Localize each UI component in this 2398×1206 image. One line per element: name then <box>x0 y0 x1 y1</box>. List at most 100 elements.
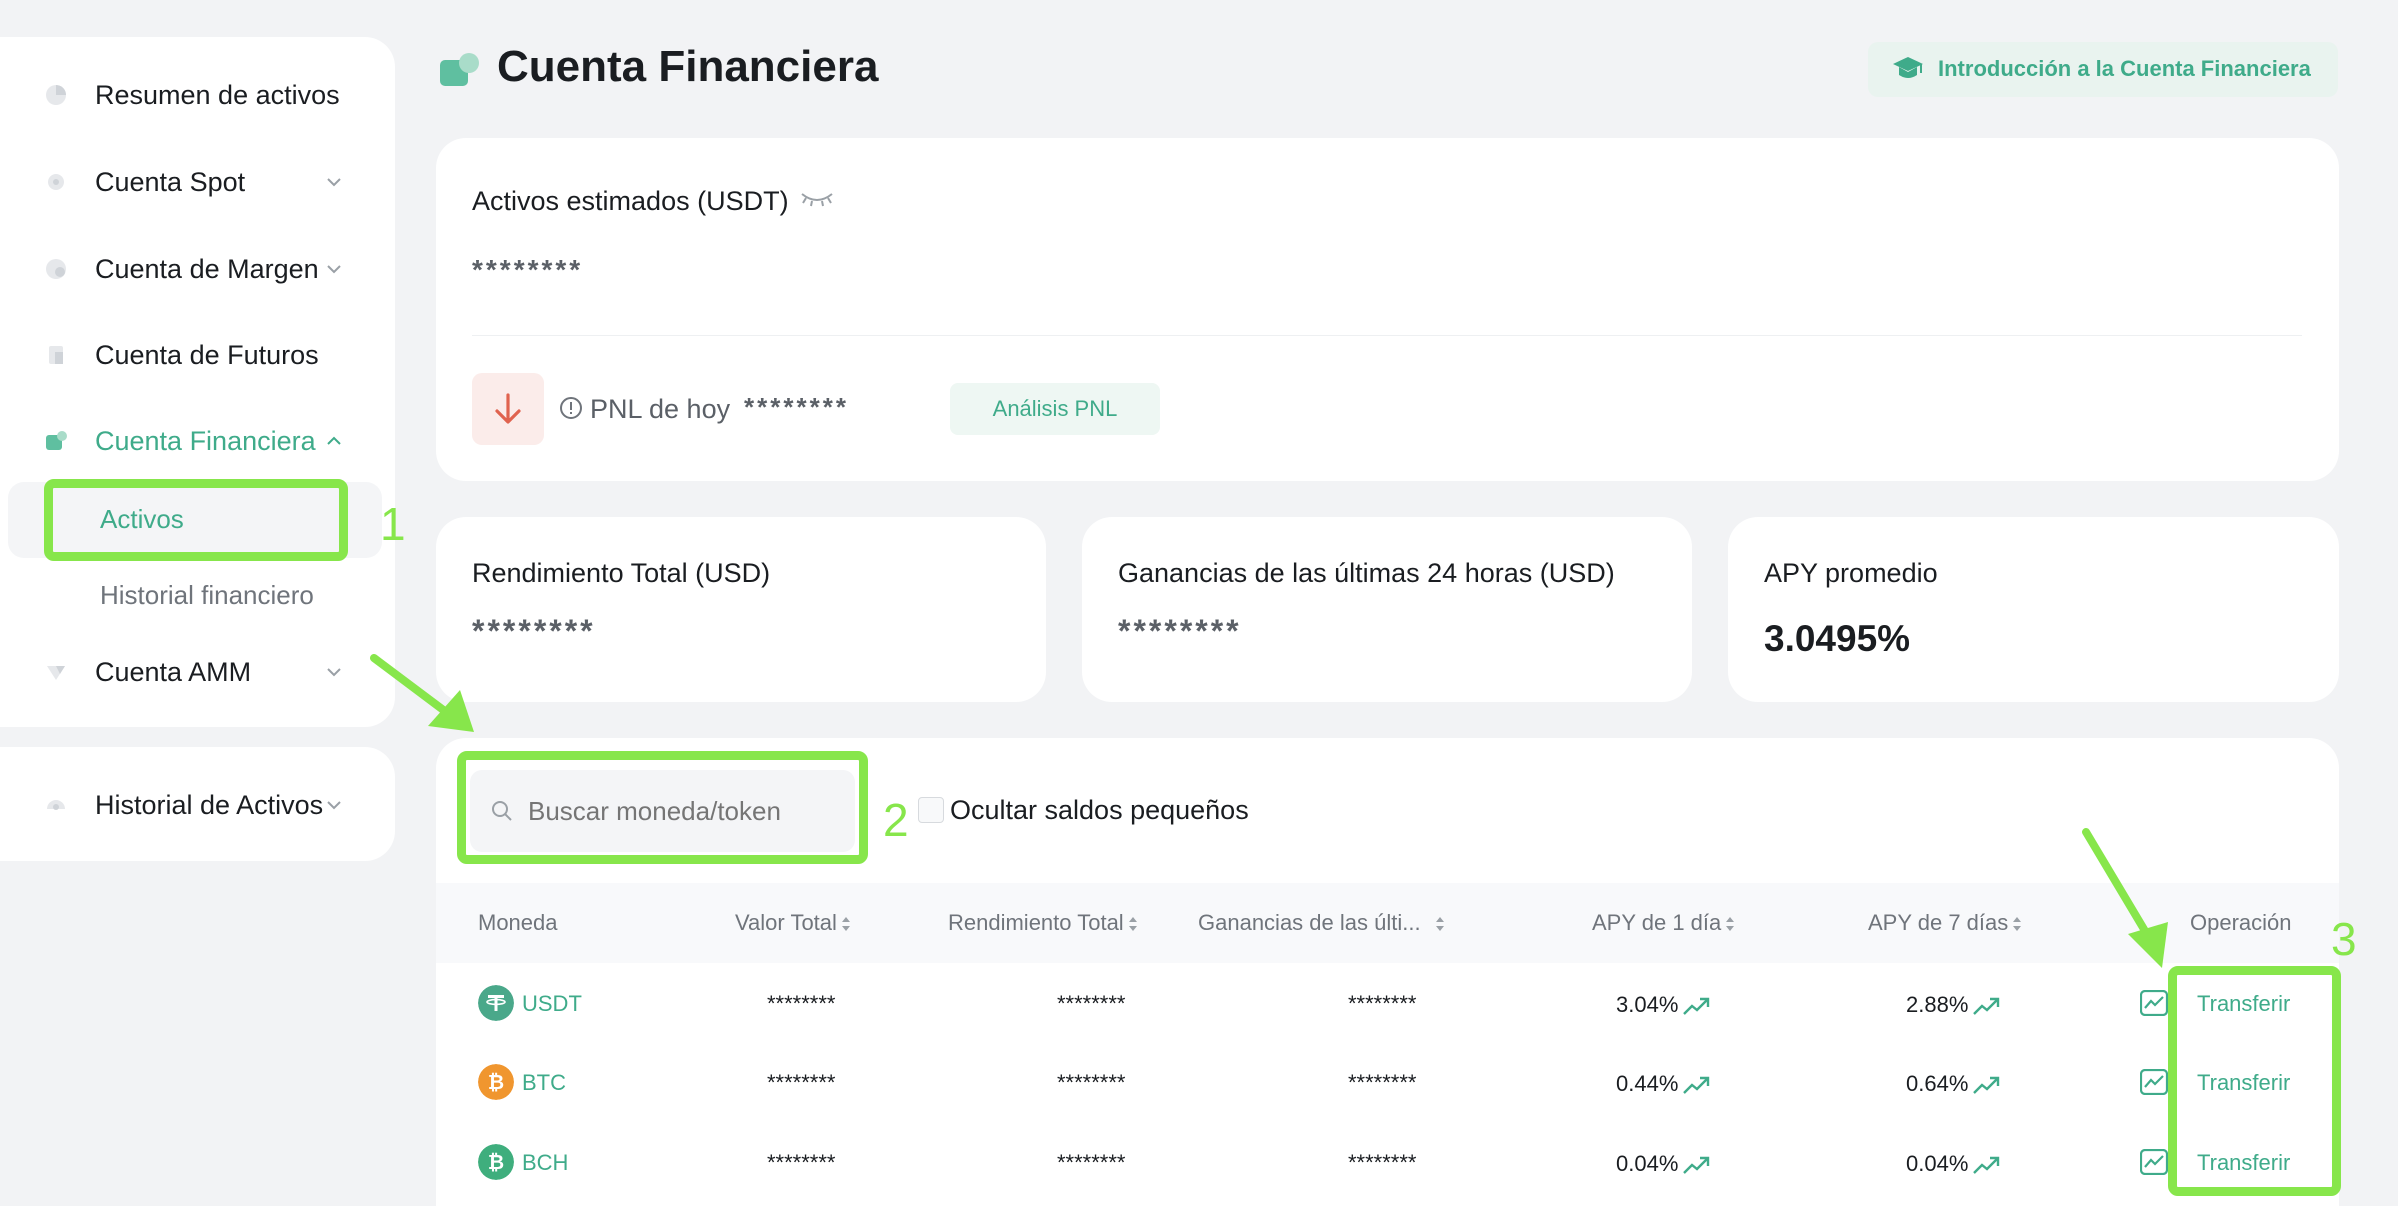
line-chart-icon[interactable] <box>2140 1149 2168 1175</box>
sidebar-item-futuros[interactable]: Cuenta de Futuros <box>0 325 395 385</box>
annotation-arrow <box>2082 828 2168 968</box>
col-header-apy-1d[interactable]: APY de 1 día <box>1592 910 1735 936</box>
stat-label: Ganancias de las últimas 24 horas (USD) <box>1118 558 1615 588</box>
finance-icon <box>46 431 67 450</box>
cell-total: ******** <box>767 991 836 1016</box>
cell-gain: ******** <box>1348 1070 1417 1095</box>
cell-yield: ******** <box>1057 1150 1126 1175</box>
trend-up-icon <box>1683 997 1710 1016</box>
estimated-assets-label: Activos estimados (USDT) <box>472 186 789 216</box>
futures-icon <box>49 346 63 364</box>
col-header-label: Rendimiento Total <box>948 910 1124 935</box>
annotation-arrow <box>370 654 474 732</box>
sidebar-item-label: Cuenta AMM <box>95 656 252 687</box>
usdt-coin-icon <box>478 985 514 1021</box>
sidebar-item-resumen[interactable]: Resumen de activos <box>0 65 395 125</box>
coin-name-link[interactable]: BTC <box>522 1070 566 1096</box>
stat-label: APY promedio <box>1764 558 1938 588</box>
col-header-ganancias[interactable]: Ganancias de las últi... <box>1198 910 1445 936</box>
hide-small-label[interactable]: Ocultar saldos pequeños <box>950 795 1249 826</box>
graduation-cap-icon <box>1893 57 1923 78</box>
apy-value: 0.64% <box>1906 1071 1969 1096</box>
margin-icon <box>46 259 66 279</box>
chevron-up-icon[interactable] <box>322 429 346 453</box>
apy-value: 2.88% <box>1906 992 1969 1017</box>
btc-coin-icon: ₿ <box>478 1064 514 1100</box>
sidebar-item-label: Cuenta Financiera <box>95 425 316 456</box>
pnl-today-label: PNL de hoy <box>590 394 731 424</box>
chevron-down-icon[interactable] <box>322 257 346 281</box>
cell-apy-7d: 0.64% <box>1906 1071 2000 1097</box>
info-icon[interactable] <box>559 396 583 420</box>
highlight-box-search <box>457 751 868 864</box>
stat-label: Rendimiento Total (USD) <box>472 558 771 588</box>
annotation-number: 2 <box>883 794 909 846</box>
finance-icon <box>440 53 479 86</box>
col-header-label: Valor Total <box>735 910 837 935</box>
coin-name-link[interactable]: BCH <box>522 1150 568 1176</box>
trend-up-icon <box>1973 997 2000 1016</box>
col-header-label: APY de 1 día <box>1592 910 1722 935</box>
apy-value: 0.44% <box>1616 1071 1679 1096</box>
estimated-assets-value: ******** <box>472 254 584 285</box>
sort-icon <box>1128 917 1137 932</box>
chevron-down-icon[interactable] <box>322 793 346 817</box>
divider <box>472 335 2302 336</box>
chevron-down-icon[interactable] <box>322 170 346 194</box>
history-icon <box>47 800 65 810</box>
stat-value: ******** <box>472 613 596 649</box>
sidebar-item-label: Cuenta Spot <box>95 166 246 197</box>
cell-gain: ******** <box>1348 991 1417 1016</box>
pnl-today-value: ******** <box>744 392 849 422</box>
cell-total: ******** <box>767 1070 836 1095</box>
sidebar-item-financiera[interactable]: Cuenta Financiera <box>0 411 395 471</box>
sidebar-item-label: Cuenta de Margen <box>95 253 319 284</box>
sort-icon <box>1726 917 1735 932</box>
cell-apy-1d: 0.44% <box>1616 1071 1710 1097</box>
sidebar-item-historial-activos[interactable]: Historial de Activos <box>0 775 395 835</box>
stat-value: ******** <box>1118 613 1242 649</box>
col-header-rendimiento-total[interactable]: Rendimiento Total <box>948 910 1138 936</box>
col-header-valor-total[interactable]: Valor Total <box>735 910 851 936</box>
sort-icon <box>1435 917 1444 932</box>
sidebar-item-label: Historial de Activos <box>95 789 324 820</box>
apy-value: 3.04% <box>1616 992 1679 1017</box>
trend-up-icon <box>1973 1156 2000 1175</box>
sidebar-item-label: Cuenta de Futuros <box>95 339 319 370</box>
line-chart-icon[interactable] <box>2140 1069 2168 1095</box>
col-header-moneda: Moneda <box>478 910 558 935</box>
cell-apy-7d: 0.04% <box>1906 1151 2000 1177</box>
coin-name-link[interactable]: USDT <box>522 991 582 1017</box>
chevron-down-icon[interactable] <box>322 660 346 684</box>
highlight-box-activos <box>44 479 348 561</box>
col-header-label: Ganancias de las últi... <box>1198 910 1421 935</box>
apy-value: 0.04% <box>1906 1151 1969 1176</box>
hide-small-checkbox[interactable] <box>918 797 944 823</box>
svg-text:₿: ₿ <box>488 1150 504 1174</box>
pie-chart-icon <box>46 85 66 105</box>
cell-apy-7d: 2.88% <box>1906 992 2000 1018</box>
stat-card-apy <box>1728 517 2339 702</box>
col-header-apy-7d[interactable]: APY de 7 días <box>1868 910 2022 936</box>
sort-icon <box>2013 917 2022 932</box>
intro-button[interactable]: Introducción a la Cuenta Financiera <box>1868 42 2338 97</box>
sidebar-item-margen[interactable]: Cuenta de Margen <box>0 239 395 299</box>
sidebar-subitem-historial-financiero[interactable]: Historial financiero <box>0 566 395 622</box>
bch-coin-icon: ₿ <box>478 1144 514 1180</box>
intro-link-label: Introducción a la Cuenta Financiera <box>1938 56 2311 81</box>
sidebar-item-spot[interactable]: Cuenta Spot <box>0 152 395 212</box>
pnl-analysis-button[interactable]: Análisis PNL <box>950 383 1160 435</box>
stat-card-24h-gain <box>1082 517 1692 702</box>
eye-closed-icon[interactable] <box>800 190 834 208</box>
cell-yield: ******** <box>1057 1070 1126 1095</box>
trend-up-icon <box>1683 1156 1710 1175</box>
page-title: Cuenta Financiera <box>497 42 879 91</box>
stat-value-apy: 3.0495% <box>1764 618 1911 659</box>
annotation-number: 1 <box>380 498 406 550</box>
col-header-operacion: Operación <box>2190 910 2292 935</box>
sidebar-item-amm[interactable]: Cuenta AMM <box>0 642 395 702</box>
highlight-box-transfer <box>2168 966 2341 1196</box>
sidebar-subitem-label: Historial financiero <box>100 580 314 610</box>
line-chart-icon[interactable] <box>2140 990 2168 1016</box>
gear-icon <box>48 174 64 190</box>
